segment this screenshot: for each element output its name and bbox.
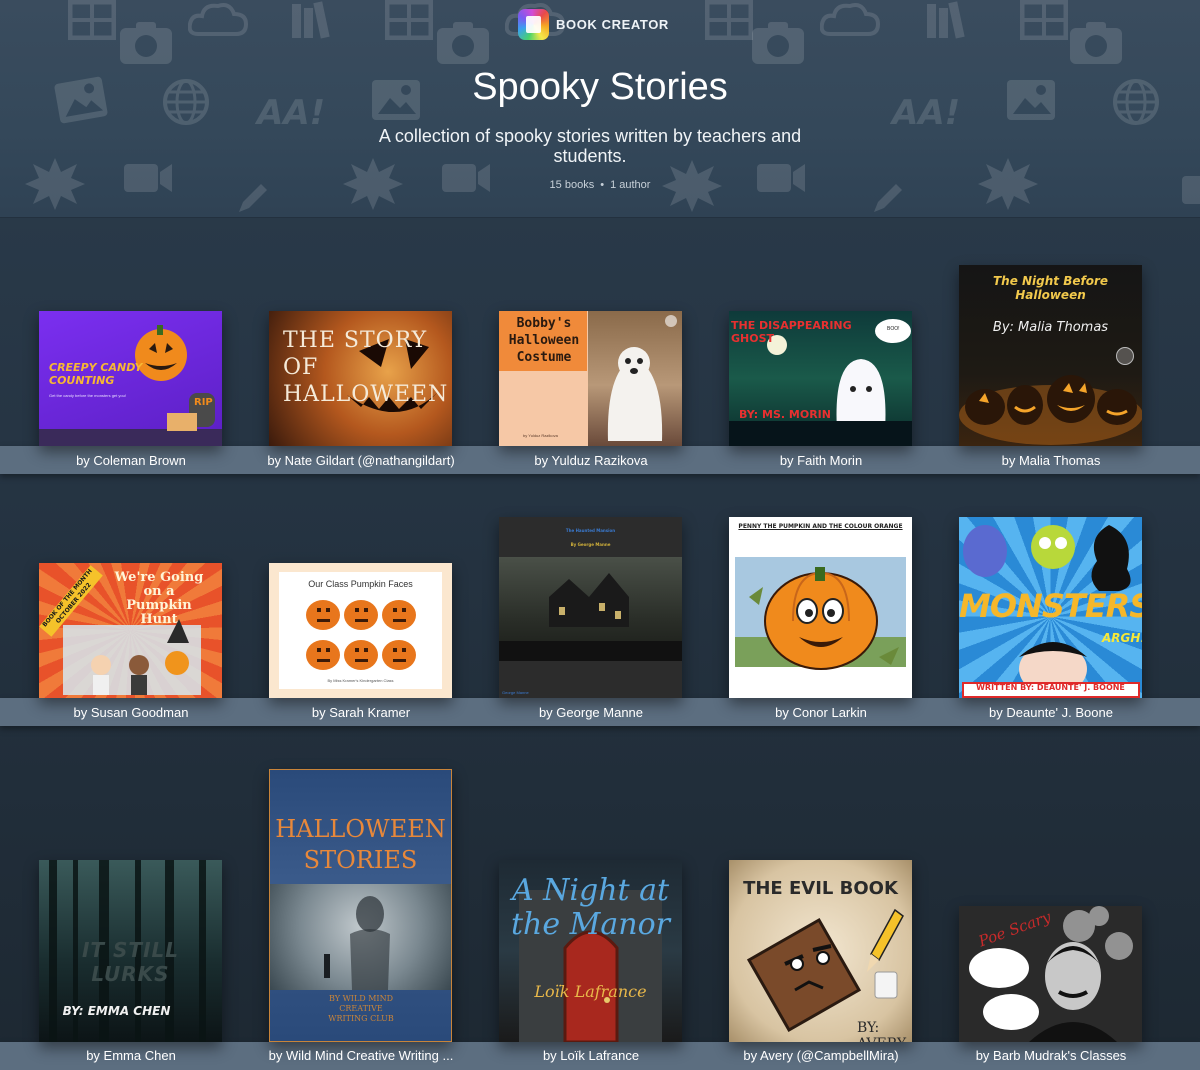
camera-icon [435, 20, 491, 66]
book-author[interactable]: by Susan Goodman [16, 705, 246, 720]
cover-title: THE EVIL BOOK [743, 878, 898, 899]
book-cover[interactable]: PENNY THE PUMPKIN AND THE COLOUR ORANGE [729, 517, 912, 698]
book-creator-logo-icon [518, 9, 549, 40]
cover-title: The Haunted Mansion [565, 528, 616, 533]
book-author[interactable]: by Emma Chen [16, 1048, 246, 1063]
cover-subtitle: By: Malia Thomas [992, 320, 1109, 335]
cover-badge: ARGH! [1102, 631, 1142, 645]
cover-subtitle: Get the candy before the monsters get yo… [49, 393, 126, 398]
audio-icon[interactable] [665, 315, 677, 327]
book-cover[interactable]: Poe Scary [959, 906, 1142, 1042]
book-author[interactable]: by Faith Morin [706, 453, 936, 468]
cover-subtitle: BY: AVERY [857, 1020, 906, 1042]
books-icon [925, 0, 969, 40]
book-cover[interactable]: The Night Before Halloween By: Malia Tho… [959, 265, 1142, 446]
brand[interactable]: BOOK CREATOR [518, 9, 669, 40]
book-cover[interactable]: IT STILL LURKS BY: EMMA CHEN [39, 860, 222, 1042]
dog-photo [588, 311, 682, 446]
cover-badge: George Manne [502, 690, 529, 695]
camera-icon [118, 20, 174, 66]
window-icon [68, 0, 116, 40]
book-author[interactable]: by Avery (@CampbellMira) [706, 1048, 936, 1063]
book-author[interactable]: by Yulduz Razikova [476, 453, 706, 468]
cloud-icon [820, 0, 880, 38]
book-cover[interactable]: THE DISAPPEARING GHOST BY: MS. MORIN BOO… [729, 311, 912, 446]
page-subtitle: A collection of spooky stories written b… [378, 126, 802, 166]
book-author[interactable]: by Loïk Lafrance [476, 1048, 706, 1063]
cover-title: PENNY THE PUMPKIN AND THE COLOUR ORANGE [738, 523, 903, 530]
book-cover[interactable]: MONSTERS WRITTEN BY: DEAUNTE' J. BOONE A… [959, 517, 1142, 698]
book-cover[interactable]: THE STORY OF HALLOWEEN [269, 311, 452, 446]
book-cover[interactable]: HALLOWEEN STORIES BY WILD MIND CREATIVE … [269, 769, 452, 1042]
cover-subtitle: By George Manne [570, 542, 611, 547]
window-icon [385, 0, 433, 40]
cover-subtitle: Loïk Lafrance [534, 982, 647, 1001]
book-author[interactable]: by Sarah Kramer [246, 705, 476, 720]
cover-subtitle: By Miss Kramer's Kindergarten Class [327, 678, 394, 683]
collection-meta: 15 books • 1 author [0, 179, 1200, 191]
collection-header: AA! AA! BOOK CREATOR Spooky Stories A co… [0, 0, 1200, 218]
cover-badge: RIP [194, 397, 213, 408]
meta-separator: • [600, 179, 605, 191]
book-author[interactable]: by Nate Gildart (@nathangildart) [246, 453, 476, 468]
book-author[interactable]: by Malia Thomas [936, 453, 1166, 468]
book-author[interactable]: by George Manne [476, 705, 706, 720]
book-cover[interactable]: THE EVIL BOOK BY: AVERY [729, 860, 912, 1042]
cover-title: A Night at the Manor [511, 873, 670, 942]
cover-title: CREEPY CANDY COUNTING [49, 361, 143, 387]
shadow-figure-illustration [324, 896, 390, 990]
cover-title: We're Going on a Pumpkin Hunt [114, 570, 204, 627]
cover-title: THE DISAPPEARING GHOST [731, 319, 852, 345]
book-cover[interactable]: A Night at the Manor Loïk Lafrance [499, 860, 682, 1042]
mansion-photo [499, 557, 682, 661]
cover-title: Bobby's Halloween Costume [508, 316, 580, 365]
book-cover[interactable]: Our Class Pumpkin Faces By Miss Kramer's… [269, 563, 452, 698]
page-title: Spooky Stories [472, 66, 728, 108]
brand-name: BOOK CREATOR [556, 17, 669, 32]
cover-subtitle: BY: MS. MORIN [739, 408, 831, 421]
book-author[interactable]: by Coleman Brown [16, 453, 246, 468]
cloud-icon [188, 0, 248, 38]
mansion-illustration [499, 573, 682, 661]
book-author[interactable]: by Barb Mudrak's Classes [936, 1048, 1166, 1063]
book-author[interactable]: by Deaunte' J. Boone [936, 705, 1166, 720]
book-author[interactable]: by Wild Mind Creative Writing ... [246, 1048, 476, 1063]
cover-badge: BOO! [887, 326, 900, 332]
books-count: 15 books [549, 179, 595, 191]
cover-title: MONSTERS [959, 587, 1142, 625]
camera-icon [750, 20, 806, 66]
ghost-dog-illustration [607, 347, 663, 441]
poe-portrait-illustration [959, 906, 1142, 1042]
cover-subtitle: BY WILD MIND CREATIVE WRITING CLUB [328, 994, 394, 1023]
cover-subtitle: BY: EMMA CHEN [62, 1004, 171, 1018]
cover-title: IT STILL LURKS [81, 938, 180, 986]
book-cover[interactable]: CREEPY CANDY COUNTING Get the candy befo… [39, 311, 222, 446]
book-author[interactable]: by Conor Larkin [706, 705, 936, 720]
cover-subtitle: WRITTEN BY: DEAUNTE' J. BOONE [976, 683, 1125, 692]
ghost-photo [270, 884, 451, 990]
book-cover[interactable]: We're Going on a Pumpkin Hunt BOOK OF TH… [39, 563, 222, 698]
cover-title: The Night Before Halloween [992, 274, 1109, 302]
cover-subtitle: by Yulduz Razikova [523, 433, 558, 438]
camera-icon [1068, 20, 1124, 66]
book-cover[interactable]: The Haunted Mansion By George Manne Geor… [499, 517, 682, 698]
window-icon [705, 0, 753, 40]
cover-title: THE STORY OF HALLOWEEN [283, 328, 449, 407]
cover-title: HALLOWEEN STORIES [275, 815, 446, 874]
audio-icon[interactable] [1116, 347, 1134, 365]
book-cover[interactable]: Bobby's Halloween Costume by Yulduz Razi… [499, 311, 682, 446]
authors-count: 1 author [610, 179, 651, 191]
window-icon [1020, 0, 1068, 40]
cover-title: Our Class Pumpkin Faces [308, 579, 413, 589]
penny-pumpkin-illustration [735, 567, 906, 670]
books-icon [290, 0, 334, 40]
